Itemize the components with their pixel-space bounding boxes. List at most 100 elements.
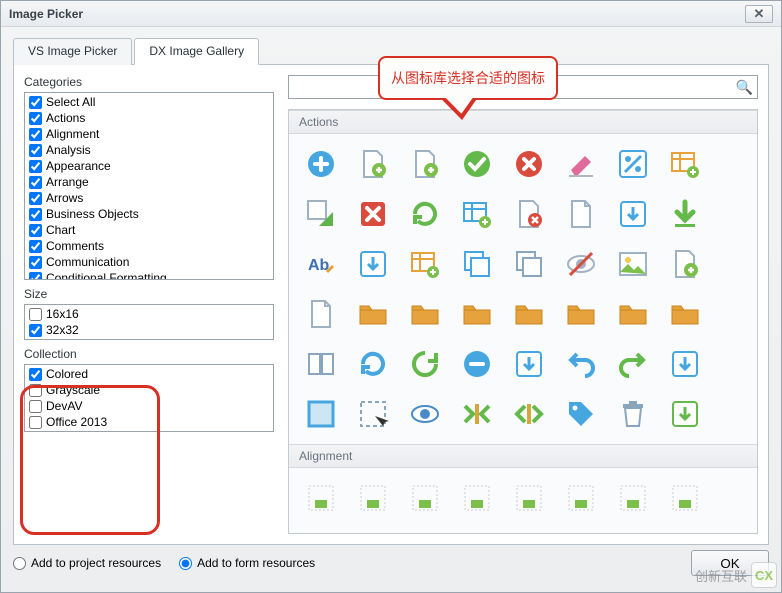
size-row[interactable]: 32x32 [25, 322, 273, 338]
add-circle-icon[interactable] [301, 144, 341, 184]
category-checkbox[interactable] [29, 96, 42, 109]
back-box-icon[interactable] [509, 344, 549, 384]
add-page-icon[interactable] [353, 144, 393, 184]
category-row[interactable]: Alignment [25, 126, 273, 142]
category-row[interactable]: Business Objects [25, 206, 273, 222]
category-checkbox[interactable] [29, 192, 42, 205]
close-box-icon[interactable] [353, 194, 393, 234]
page-delete-icon[interactable] [509, 194, 549, 234]
new-doc-icon[interactable] [301, 294, 341, 334]
picture-icon[interactable] [613, 244, 653, 284]
collection-row[interactable]: Colored [25, 366, 273, 382]
hide-icon[interactable] [561, 244, 601, 284]
align-top-center-icon[interactable] [613, 478, 653, 518]
collection-checkbox[interactable] [29, 384, 42, 397]
category-row[interactable]: Arrange [25, 174, 273, 190]
icon-gallery[interactable]: ActionsAbAlignment [288, 109, 758, 534]
resource-radio-input[interactable] [179, 557, 192, 570]
reload-icon[interactable] [405, 344, 445, 384]
book-icon[interactable] [301, 344, 341, 384]
squeeze-icon[interactable] [457, 394, 497, 434]
collection-row[interactable]: DevAV [25, 398, 273, 414]
page-add-icon[interactable] [665, 244, 705, 284]
category-row[interactable]: Select All [25, 94, 273, 110]
folder-open-icon[interactable] [509, 294, 549, 334]
align-mid-right-icon[interactable] [561, 478, 601, 518]
size-listbox[interactable]: 16x1632x32 [24, 304, 274, 340]
align-top-left-icon[interactable] [665, 478, 705, 518]
copy-icon[interactable] [457, 244, 497, 284]
add-doc-icon[interactable] [405, 144, 445, 184]
page-icon[interactable] [561, 194, 601, 234]
table-refresh-icon[interactable] [457, 194, 497, 234]
category-row[interactable]: Conditional Formatting [25, 270, 273, 280]
trash-icon[interactable] [613, 394, 653, 434]
collection-checkbox[interactable] [29, 416, 42, 429]
align-mid-center-icon[interactable] [457, 478, 497, 518]
collection-listbox[interactable]: ColoredGrayscaleDevAVOffice 2013 [24, 364, 274, 432]
category-checkbox[interactable] [29, 144, 42, 157]
resource-radio[interactable]: Add to form resources [179, 556, 315, 570]
category-checkbox[interactable] [29, 272, 42, 281]
folder-out-icon[interactable] [613, 294, 653, 334]
percent-icon[interactable] [613, 144, 653, 184]
cancel-circle-icon[interactable] [509, 144, 549, 184]
collection-checkbox[interactable] [29, 400, 42, 413]
collection-row[interactable]: Grayscale [25, 382, 273, 398]
stretch-icon[interactable] [509, 394, 549, 434]
refresh-blue-icon[interactable] [353, 344, 393, 384]
category-checkbox[interactable] [29, 240, 42, 253]
redo-icon[interactable] [613, 344, 653, 384]
category-checkbox[interactable] [29, 160, 42, 173]
align-mid-left-icon[interactable] [509, 478, 549, 518]
window-close-button[interactable]: ✕ [745, 5, 773, 23]
resource-radio-input[interactable] [13, 557, 26, 570]
category-checkbox[interactable] [29, 208, 42, 221]
down-box-icon[interactable] [353, 244, 393, 284]
category-row[interactable]: Chart [25, 222, 273, 238]
select-all-icon[interactable] [301, 394, 341, 434]
tab-dx[interactable]: DX Image Gallery [134, 38, 259, 65]
collection-row[interactable]: Office 2013 [25, 414, 273, 430]
apply-icon[interactable] [457, 144, 497, 184]
folder-go-icon[interactable] [665, 294, 705, 334]
duplicate-icon[interactable] [509, 244, 549, 284]
spellcheck-icon[interactable]: Ab [301, 244, 341, 284]
size-row[interactable]: 16x16 [25, 306, 273, 322]
undo-icon[interactable] [561, 344, 601, 384]
category-row[interactable]: Arrows [25, 190, 273, 206]
tag-icon[interactable] [561, 394, 601, 434]
category-checkbox[interactable] [29, 176, 42, 189]
folder-star-icon[interactable] [561, 294, 601, 334]
category-row[interactable]: Comments [25, 238, 273, 254]
download-box-icon[interactable] [613, 194, 653, 234]
category-row[interactable]: Analysis [25, 142, 273, 158]
convert-icon[interactable] [301, 194, 341, 234]
show-icon[interactable] [405, 394, 445, 434]
folder-up-icon[interactable] [405, 294, 445, 334]
size-checkbox[interactable] [29, 324, 42, 337]
resource-radio[interactable]: Add to project resources [13, 556, 161, 570]
folder-refresh-icon[interactable] [457, 294, 497, 334]
table-edit-icon[interactable] [405, 244, 445, 284]
category-row[interactable]: Appearance [25, 158, 273, 174]
collection-checkbox[interactable] [29, 368, 42, 381]
category-checkbox[interactable] [29, 128, 42, 141]
tab-vs[interactable]: VS Image Picker [13, 38, 132, 65]
folder-icon[interactable] [353, 294, 393, 334]
align-bottom-left-icon[interactable] [353, 478, 393, 518]
upload-icon[interactable] [665, 394, 705, 434]
clear-icon[interactable] [561, 144, 601, 184]
category-row[interactable]: Communication [25, 254, 273, 270]
select-dashed-icon[interactable] [353, 394, 393, 434]
export-icon[interactable] [665, 344, 705, 384]
categories-listbox[interactable]: Select AllActionsAlignmentAnalysisAppear… [24, 92, 274, 280]
category-checkbox[interactable] [29, 224, 42, 237]
size-checkbox[interactable] [29, 308, 42, 321]
category-row[interactable]: Actions [25, 110, 273, 126]
download-green-icon[interactable] [665, 194, 705, 234]
remove-circle-icon[interactable] [457, 344, 497, 384]
align-bottom-right-icon[interactable] [405, 478, 445, 518]
category-checkbox[interactable] [29, 256, 42, 269]
align-bottom-center-icon[interactable] [301, 478, 341, 518]
